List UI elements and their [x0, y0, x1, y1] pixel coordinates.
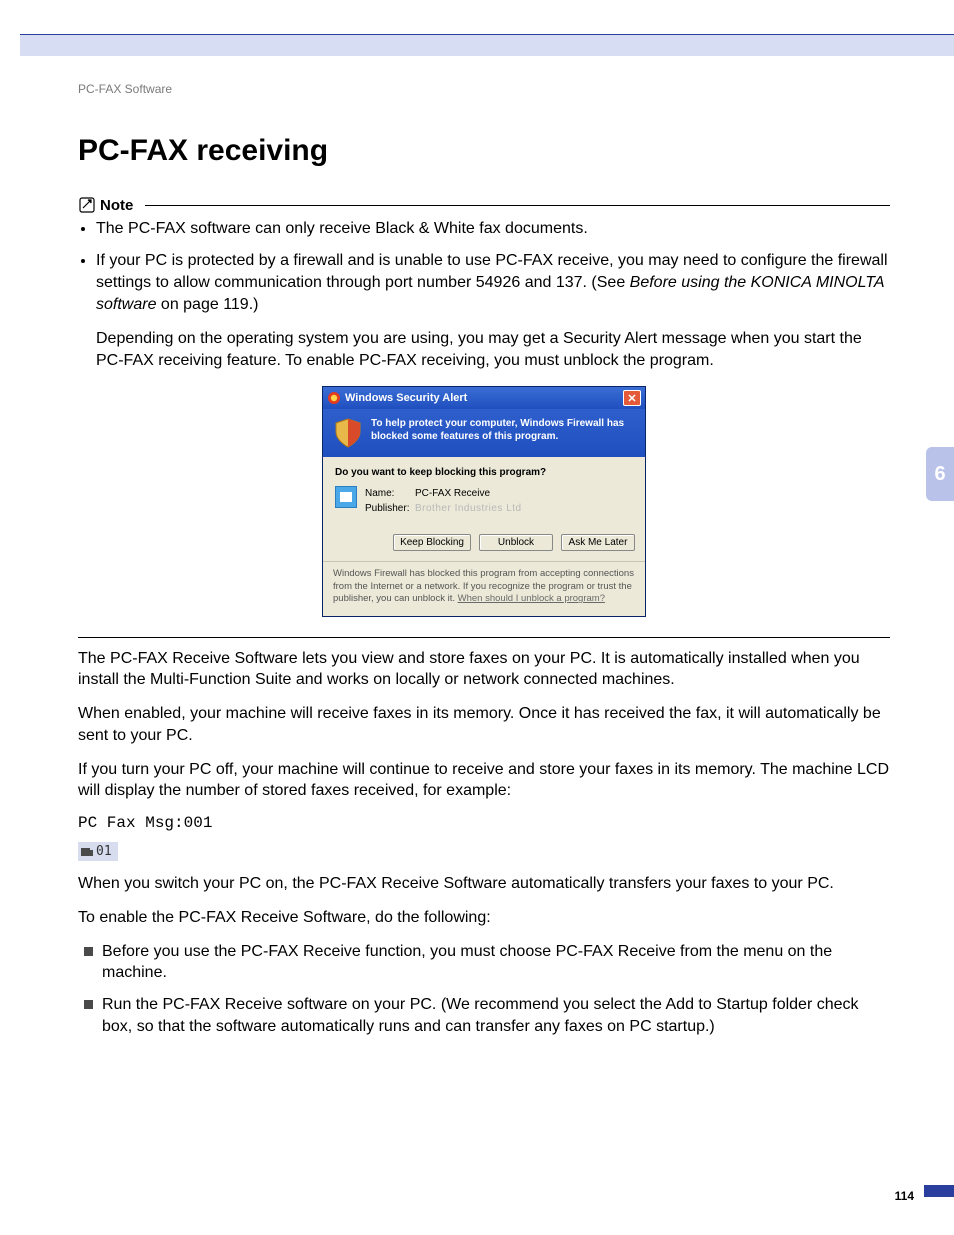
page-number: 114	[895, 1189, 914, 1203]
publisher-label: Publisher:	[365, 501, 415, 516]
alert-icon	[327, 391, 341, 405]
dialog-question: Do you want to keep blocking this progra…	[335, 467, 633, 478]
dialog-footer: Windows Firewall has blocked this progra…	[323, 561, 645, 615]
note-item: The PC-FAX software can only receive Bla…	[96, 218, 890, 240]
close-icon[interactable]: ✕	[623, 390, 641, 406]
step-item: Before you use the PC-FAX Receive functi…	[84, 941, 890, 985]
note-sub: Depending on the operating system you ar…	[96, 328, 890, 372]
separator	[78, 637, 890, 638]
header-bar	[20, 34, 954, 56]
dialog-body: Do you want to keep blocking this progra…	[323, 457, 645, 528]
lcd-count: 01	[96, 844, 112, 859]
dialog-titlebar: Windows Security Alert ✕	[323, 387, 645, 409]
body-p1: The PC-FAX Receive Software lets you vie…	[78, 648, 890, 692]
dialog-warning-text: To help protect your computer, Windows F…	[371, 417, 635, 449]
lcd-badge-row: 01	[78, 842, 890, 873]
step-text: Run the PC-FAX Receive software on your …	[102, 996, 859, 1035]
lcd-text-example: PC Fax Msg:001	[78, 814, 890, 832]
page-title: PC-FAX receiving	[78, 134, 890, 168]
name-label: Name:	[365, 486, 415, 501]
page-number-bar	[924, 1185, 954, 1197]
program-icon	[335, 486, 357, 508]
breadcrumb: PC-FAX Software	[78, 82, 890, 96]
unblock-button[interactable]: Unblock	[479, 534, 553, 551]
steps-list: Before you use the PC-FAX Receive functi…	[78, 941, 890, 1038]
program-info-row: Name:PC-FAX Receive Publisher:Brother In…	[335, 486, 633, 516]
shield-icon	[333, 417, 363, 449]
dialog-warning-banner: To help protect your computer, Windows F…	[323, 409, 645, 457]
dialog-figure: Windows Security Alert ✕ To help protect…	[78, 386, 890, 616]
program-info: Name:PC-FAX Receive Publisher:Brother In…	[365, 486, 522, 516]
note-label: Note	[100, 197, 133, 214]
lcd-badge: 01	[78, 842, 118, 861]
ask-later-button[interactable]: Ask Me Later	[561, 534, 635, 551]
page-content: PC-FAX Software PC-FAX receiving Note Th…	[78, 82, 890, 1048]
name-value: PC-FAX Receive	[415, 488, 490, 499]
note-heading: Note	[78, 196, 890, 214]
step-item: Run the PC-FAX Receive software on your …	[84, 994, 890, 1038]
note-ref-tail: on page 119.)	[156, 296, 258, 313]
dialog-buttons: Keep Blocking Unblock Ask Me Later	[323, 528, 645, 561]
body-p5: To enable the PC-FAX Receive Software, d…	[78, 907, 890, 929]
body-p2: When enabled, your machine will receive …	[78, 703, 890, 747]
note-icon	[78, 196, 96, 214]
security-alert-dialog: Windows Security Alert ✕ To help protect…	[322, 386, 646, 616]
chapter-tab: 6	[926, 447, 954, 501]
dialog-title-text: Windows Security Alert	[345, 392, 467, 404]
note-list: The PC-FAX software can only receive Bla…	[78, 218, 890, 372]
fax-icon	[80, 846, 94, 858]
step-text: Before you use the PC-FAX Receive functi…	[102, 943, 832, 982]
keep-blocking-button[interactable]: Keep Blocking	[393, 534, 471, 551]
body-p4: When you switch your PC on, the PC-FAX R…	[78, 873, 890, 895]
publisher-value: Brother Industries Ltd	[415, 503, 522, 514]
note-rule	[145, 205, 890, 206]
note-text: The PC-FAX software can only receive Bla…	[96, 220, 588, 237]
dialog-footer-link[interactable]: When should I unblock a program?	[458, 593, 605, 604]
body-p3: If you turn your PC off, your machine wi…	[78, 759, 890, 803]
note-item: If your PC is protected by a firewall an…	[96, 250, 890, 372]
